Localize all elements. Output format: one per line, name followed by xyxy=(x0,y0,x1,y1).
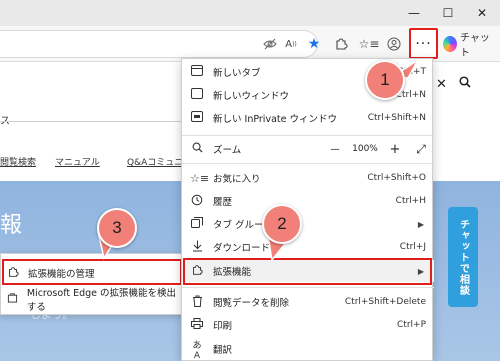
extensions-puzzle-icon[interactable] xyxy=(331,34,351,54)
inprivate-icon xyxy=(190,111,204,125)
menu-separator xyxy=(182,287,434,288)
new-tab-icon xyxy=(190,65,204,79)
eye-off-icon[interactable] xyxy=(260,34,280,54)
minimize-button[interactable]: — xyxy=(400,0,428,26)
menu-shortcut: Ctrl+P xyxy=(397,320,426,330)
history-icon xyxy=(190,194,204,209)
page-link-manual[interactable]: マニュアル xyxy=(55,155,100,168)
settings-more-button[interactable]: ··· xyxy=(409,28,438,59)
menu-separator xyxy=(182,135,434,136)
menu-shortcut: Ctrl+Shift+O xyxy=(367,173,426,183)
collections-icon[interactable]: ☆≡ xyxy=(359,34,380,54)
tab-groups-icon xyxy=(190,217,204,231)
menu-item-zoom: ズーム — 100% + ⤢ xyxy=(182,138,434,160)
menu-item-clear-data[interactable]: 閲覧データを削除 Ctrl+Shift+Delete xyxy=(182,291,434,313)
maximize-button[interactable]: ☐ xyxy=(434,0,462,26)
zoom-in-button[interactable]: + xyxy=(382,142,408,157)
trash-icon xyxy=(190,295,204,310)
close-button[interactable]: ✕ xyxy=(468,0,496,26)
page-header-icons: ✕ xyxy=(436,76,471,92)
favorite-star-icon[interactable]: ★ xyxy=(304,34,324,54)
menu-separator xyxy=(182,163,434,164)
menu-item-favorites[interactable]: ☆≡ お気に入り Ctrl+Shift+O xyxy=(182,167,434,189)
close-icon[interactable]: ✕ xyxy=(436,77,447,92)
menu-item-print[interactable]: 印刷 Ctrl+P xyxy=(182,314,434,336)
settings-menu: 新しいタブ Ctrl+T 新しいウィンドウ Ctrl+N 新しい InPriva… xyxy=(181,58,434,361)
read-aloud-icon[interactable]: A)) xyxy=(281,34,301,54)
menu-item-tab-groups[interactable]: タブ グループ ▶ xyxy=(182,213,434,235)
menu-label: 翻訳 xyxy=(213,345,233,356)
menu-item-translate[interactable]: あA 翻訳 xyxy=(182,338,434,361)
fullscreen-button[interactable]: ⤢ xyxy=(408,142,434,157)
menu-item-new-inprivate[interactable]: 新しい InPrivate ウィンドウ Ctrl+Shift+N xyxy=(182,107,434,129)
page-text-fragment: ス xyxy=(0,112,10,127)
menu-item-downloads[interactable]: ダウンロード Ctrl+J xyxy=(182,236,434,258)
menu-shortcut: Ctrl+H xyxy=(395,196,426,206)
find-extensions-label: Microsoft Edge の拡張機能を検出する xyxy=(26,288,177,313)
hero-title: 報 xyxy=(0,213,23,238)
menu-label: タブ グループ xyxy=(213,220,273,231)
zoom-value: 100% xyxy=(352,144,378,154)
chat-consult-button[interactable]: チャットで相談 xyxy=(448,207,478,307)
browser-toolbar: A)) ★ ☆≡ ··· チャット xyxy=(0,26,500,62)
store-icon xyxy=(5,292,20,306)
chat-label: チャット xyxy=(460,33,490,59)
menu-shortcut: Ctrl+Shift+N xyxy=(367,113,426,123)
menu-item-history[interactable]: 履歴 Ctrl+H xyxy=(182,190,434,212)
title-bar: — ☐ ✕ xyxy=(0,0,500,26)
downloads-icon xyxy=(190,240,204,255)
translate-icon: あA xyxy=(192,340,202,361)
page-link-search[interactable]: 閲覧検索 xyxy=(0,155,36,168)
copilot-chat-button[interactable]: チャット xyxy=(443,32,495,59)
search-icon[interactable] xyxy=(455,76,471,92)
profile-icon[interactable] xyxy=(384,34,404,54)
submenu-arrow-icon: ▶ xyxy=(417,219,424,229)
menu-shortcut: Ctrl+Shift+Delete xyxy=(344,297,426,307)
favorites-icon: ☆≡ xyxy=(190,171,210,185)
new-window-icon xyxy=(190,88,204,102)
callout-badge-1: 1 xyxy=(365,60,405,100)
callout-badge-2: 2 xyxy=(262,204,302,244)
zoom-out-button[interactable]: — xyxy=(322,144,348,155)
page-divider xyxy=(0,121,184,122)
manage-extensions-highlight xyxy=(2,259,182,285)
callout-badge-3: 3 xyxy=(97,208,137,248)
copilot-icon xyxy=(443,36,458,52)
menu-shortcut: Ctrl+J xyxy=(399,242,426,252)
find-extensions-item[interactable]: Microsoft Edge の拡張機能を検出する xyxy=(5,287,183,313)
extensions-item-highlight xyxy=(183,258,432,285)
zoom-icon xyxy=(190,142,204,156)
print-icon xyxy=(190,318,204,332)
